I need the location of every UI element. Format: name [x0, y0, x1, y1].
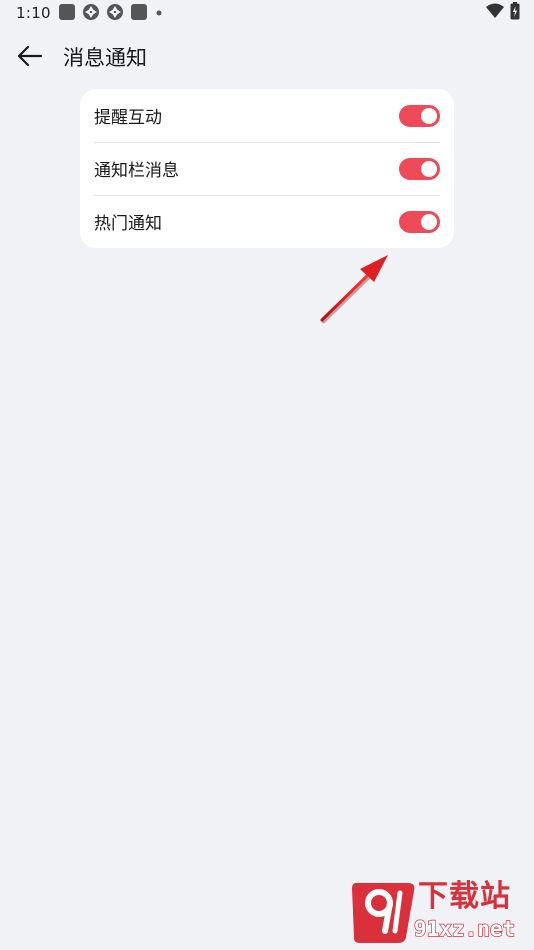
- back-button[interactable]: [14, 44, 46, 72]
- page-title: 消息通知: [63, 46, 147, 70]
- watermark-text-top: 下载站: [418, 879, 511, 914]
- watermark-badge-icon: [350, 879, 420, 945]
- app-square-icon: [130, 3, 148, 25]
- battery-charging-icon: [510, 2, 520, 24]
- annotation-arrow-icon: [310, 245, 400, 334]
- arrow-left-icon: [17, 45, 43, 71]
- watermark-logo: 下载站 91xz.net: [350, 879, 528, 947]
- setting-label: 热门通知: [94, 214, 162, 234]
- notification-settings-card: 提醒互动 通知栏消息 热门通知: [80, 89, 454, 248]
- setting-row-notification-bar[interactable]: 通知栏消息: [80, 142, 454, 195]
- status-time: 1:10: [16, 4, 51, 22]
- app-square-icon: [58, 3, 76, 25]
- system-icons: [486, 2, 520, 24]
- dot-icon: [154, 3, 164, 25]
- setting-row-interaction-reminder[interactable]: 提醒互动: [80, 89, 454, 142]
- app-bar: 消息通知: [0, 36, 534, 80]
- setting-label: 通知栏消息: [94, 161, 179, 181]
- hot-notifications-toggle[interactable]: [399, 210, 440, 233]
- setting-row-hot-notifications[interactable]: 热门通知: [80, 195, 454, 248]
- toggle-knob: [421, 107, 437, 124]
- setting-label: 提醒互动: [94, 108, 162, 128]
- toggle-knob: [421, 213, 437, 230]
- notification-icons: [58, 3, 164, 25]
- watermark-text-bottom: 91xz.net: [413, 916, 516, 941]
- wifi-icon: [486, 3, 504, 23]
- interaction-reminder-toggle[interactable]: [399, 104, 440, 127]
- notification-bar-toggle[interactable]: [399, 157, 440, 180]
- sync-icon: [82, 3, 100, 25]
- status-bar: 1:10: [0, 0, 534, 28]
- toggle-knob: [421, 160, 437, 177]
- sync-icon: [106, 3, 124, 25]
